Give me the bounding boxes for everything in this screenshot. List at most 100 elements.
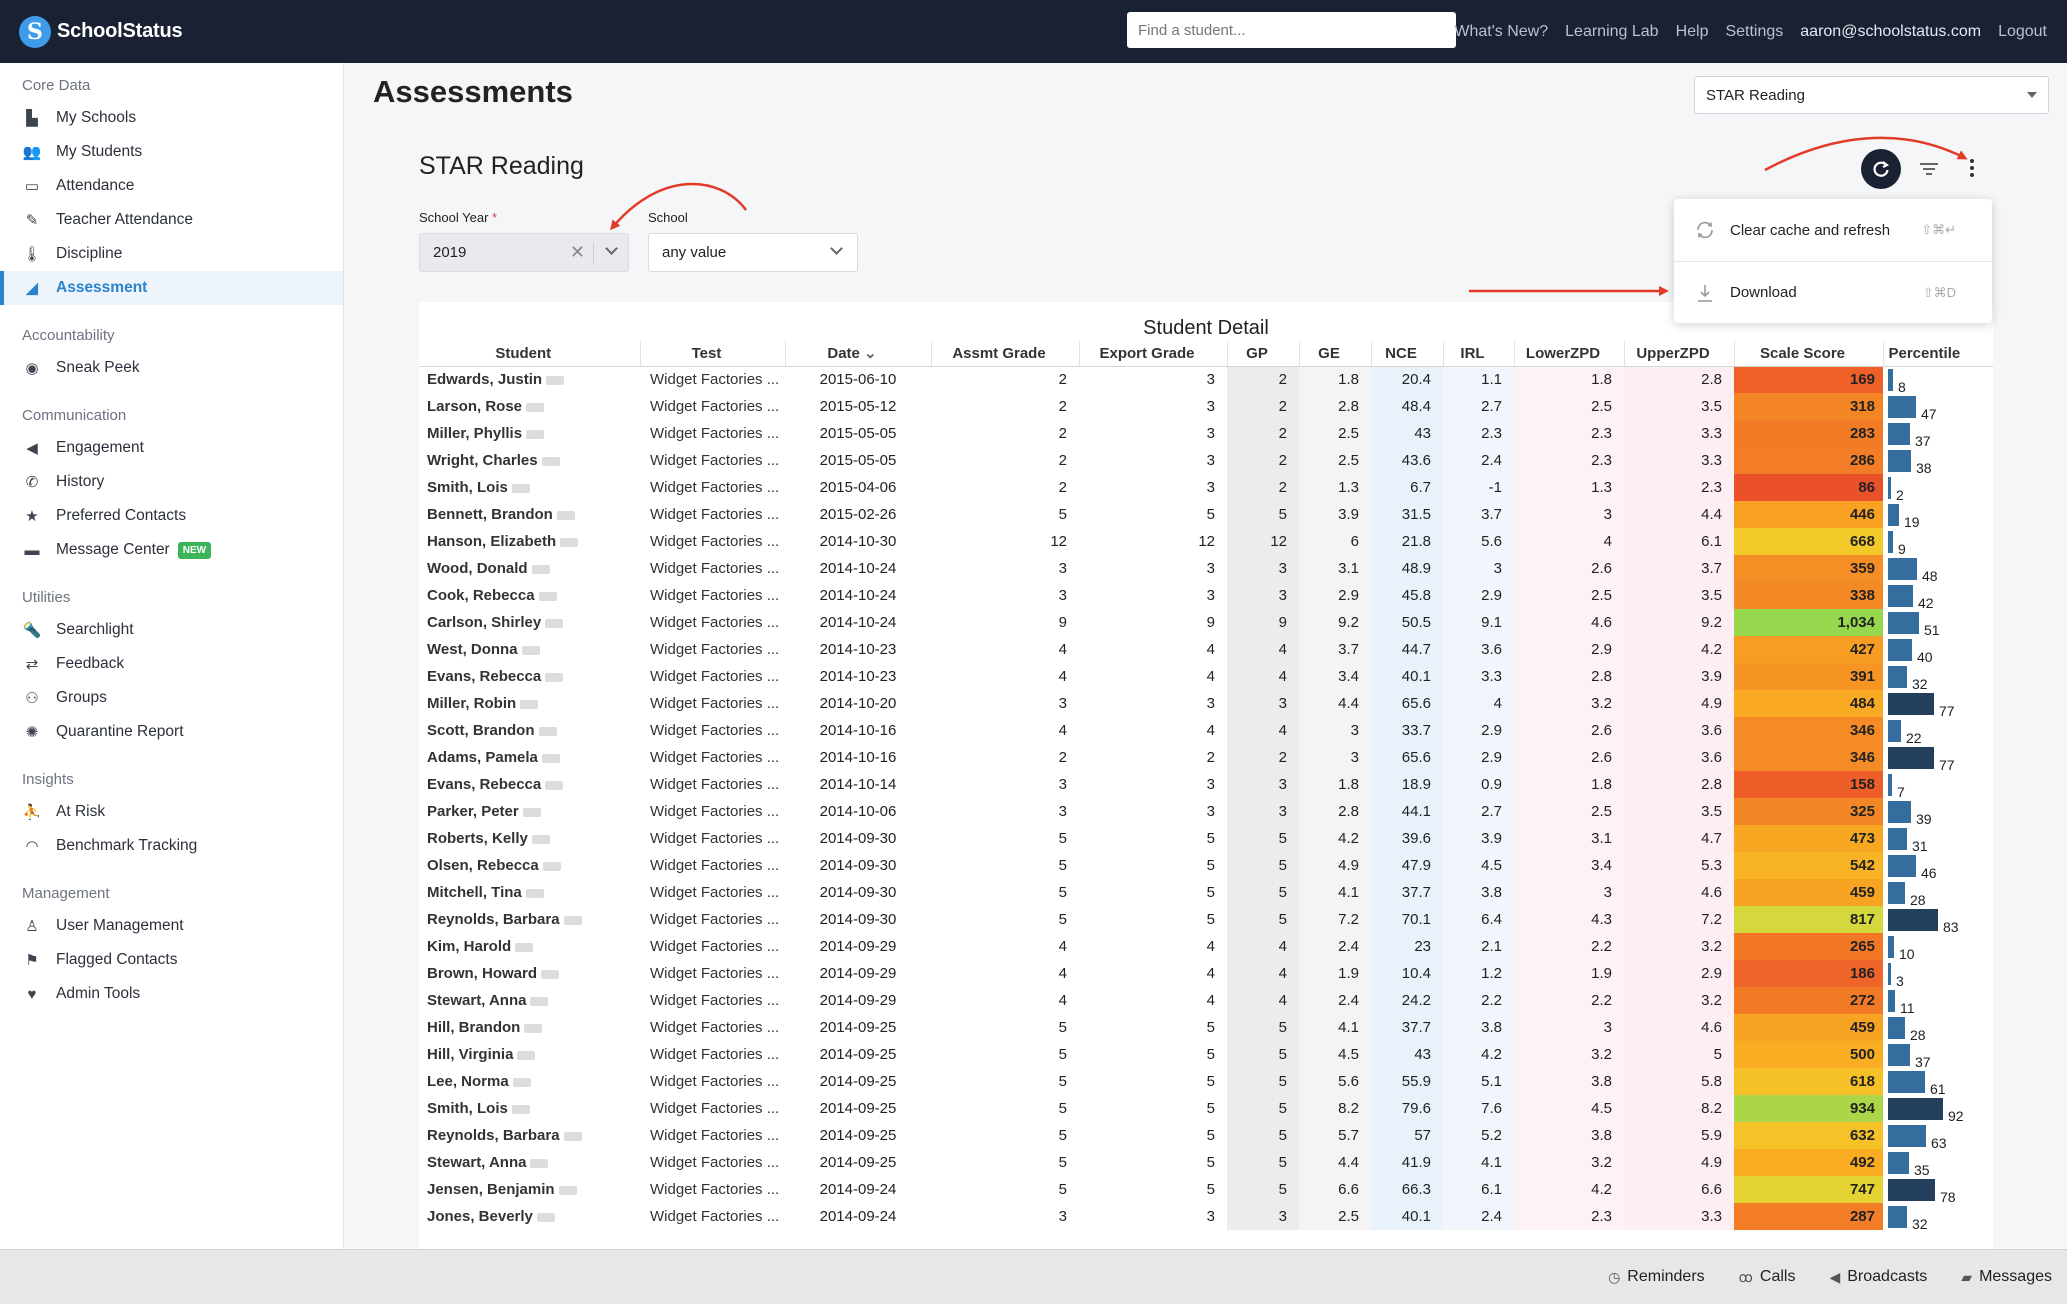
help-link[interactable]: Help — [1676, 23, 1709, 41]
student-name-cell[interactable]: Evans, Rebecca — [419, 663, 640, 690]
row-actions-icon[interactable] — [563, 915, 582, 925]
row-actions-icon[interactable] — [526, 402, 545, 412]
row-actions-icon[interactable] — [536, 1212, 555, 1222]
row-actions-icon[interactable] — [511, 1104, 530, 1114]
student-name-cell[interactable]: Adams, Pamela — [419, 744, 640, 771]
student-name-cell[interactable]: Evans, Rebecca — [419, 771, 640, 798]
student-name-cell[interactable]: Brown, Howard — [419, 960, 640, 987]
row-actions-icon[interactable] — [538, 726, 557, 736]
student-name-cell[interactable]: Jones, Beverly — [419, 1203, 640, 1230]
filter-button[interactable] — [1917, 158, 1941, 180]
sidebar-item-searchlight[interactable]: 🔦 Searchlight — [0, 613, 343, 647]
row-actions-icon[interactable] — [526, 429, 545, 439]
sort-chevron-icon[interactable]: ⌄ — [860, 345, 877, 362]
student-name-cell[interactable]: Smith, Lois — [419, 1095, 640, 1122]
column-header-assmt-grade[interactable]: Assmt Grade — [931, 341, 1080, 367]
row-actions-icon[interactable] — [520, 699, 539, 709]
sidebar-item-my-schools[interactable]: ▙ My Schools — [0, 101, 343, 135]
chevron-down-icon[interactable] — [605, 242, 618, 255]
row-actions-icon[interactable] — [545, 618, 564, 628]
whats-new-link[interactable]: What's New? — [1454, 23, 1548, 41]
student-name-cell[interactable]: Smith, Lois — [419, 474, 640, 501]
column-header-export-grade[interactable]: Export Grade — [1079, 341, 1228, 367]
student-name-cell[interactable]: Parker, Peter — [419, 798, 640, 825]
student-name-cell[interactable]: Lee, Norma — [419, 1068, 640, 1095]
column-header-gp[interactable]: GP — [1227, 341, 1300, 367]
dashboard-select[interactable]: STAR Reading — [1694, 76, 2049, 114]
sidebar-item-teacher-attendance[interactable]: ✎ Teacher Attendance — [0, 203, 343, 237]
messages-button[interactable]: ▰ Messages — [1961, 1268, 2052, 1286]
broadcasts-button[interactable]: ◀ Broadcasts — [1829, 1268, 1927, 1286]
row-actions-icon[interactable] — [538, 591, 557, 601]
settings-link[interactable]: Settings — [1725, 23, 1783, 41]
reminders-button[interactable]: ◷ Reminders — [1608, 1268, 1705, 1286]
student-name-cell[interactable]: Kim, Harold — [419, 933, 640, 960]
student-name-cell[interactable]: Hanson, Elizabeth — [419, 528, 640, 555]
row-actions-icon[interactable] — [515, 942, 534, 952]
sidebar-item-discipline[interactable]: 🌡 Discipline — [0, 237, 343, 271]
clear-icon[interactable]: ✕ — [570, 242, 585, 263]
row-actions-icon[interactable] — [530, 1158, 549, 1168]
more-options-button[interactable] — [1966, 154, 1978, 182]
student-name-cell[interactable]: Hill, Brandon — [419, 1014, 640, 1041]
student-name-cell[interactable]: Scott, Brandon — [419, 717, 640, 744]
sidebar-item-groups[interactable]: ⚇ Groups — [0, 681, 343, 715]
download-menu-item[interactable]: Download ⇧⌘D — [1674, 261, 1992, 323]
column-header-nce[interactable]: NCE — [1371, 341, 1444, 367]
column-header-lowerzpd[interactable]: LowerZPD — [1514, 341, 1625, 367]
row-actions-icon[interactable] — [558, 1185, 577, 1195]
logo[interactable]: S SchoolStatus — [19, 15, 183, 48]
learning-lab-link[interactable]: Learning Lab — [1565, 23, 1658, 41]
student-name-cell[interactable]: Carlson, Shirley — [419, 609, 640, 636]
student-name-cell[interactable]: Miller, Phyllis — [419, 420, 640, 447]
column-header-student[interactable]: Student — [419, 341, 641, 367]
student-name-cell[interactable]: Olsen, Rebecca — [419, 852, 640, 879]
student-name-cell[interactable]: Hill, Virginia — [419, 1041, 640, 1068]
student-name-cell[interactable]: Roberts, Kelly — [419, 825, 640, 852]
row-actions-icon[interactable] — [531, 564, 550, 574]
sidebar-item-sneak-peek[interactable]: ◉ Sneak Peek — [0, 351, 343, 385]
row-actions-icon[interactable] — [517, 1050, 536, 1060]
student-name-cell[interactable]: Reynolds, Barbara — [419, 906, 640, 933]
row-actions-icon[interactable] — [512, 1077, 531, 1087]
student-search-input[interactable] — [1127, 12, 1456, 48]
school-select[interactable]: any value — [648, 233, 858, 272]
student-name-cell[interactable]: Mitchell, Tina — [419, 879, 640, 906]
row-actions-icon[interactable] — [541, 969, 560, 979]
sidebar-item-flagged-contacts[interactable]: ⚑ Flagged Contacts — [0, 943, 343, 977]
student-name-cell[interactable]: Larson, Rose — [419, 393, 640, 420]
row-actions-icon[interactable] — [531, 834, 550, 844]
sidebar-item-quarantine-report[interactable]: ✺ Quarantine Report — [0, 715, 343, 749]
sidebar-item-user-management[interactable]: ♙ User Management — [0, 909, 343, 943]
column-header-test[interactable]: Test — [640, 341, 786, 367]
student-name-cell[interactable]: West, Donna — [419, 636, 640, 663]
clear-cache-menu-item[interactable]: Clear cache and refresh ⇧⌘↵ — [1674, 199, 1992, 261]
user-email-link[interactable]: aaron@schoolstatus.com — [1800, 23, 1981, 41]
column-header-percentile[interactable]: Percentile — [1883, 341, 1993, 367]
row-actions-icon[interactable] — [525, 888, 544, 898]
row-actions-icon[interactable] — [530, 996, 549, 1006]
logout-link[interactable]: Logout — [1998, 23, 2047, 41]
row-actions-icon[interactable] — [556, 510, 575, 520]
sidebar-item-message-center[interactable]: ▬ Message Center NEW — [0, 533, 343, 567]
row-actions-icon[interactable] — [511, 483, 530, 493]
student-name-cell[interactable]: Cook, Rebecca — [419, 582, 640, 609]
school-year-select[interactable]: 2019 ✕ — [419, 233, 629, 272]
sidebar-item-engagement[interactable]: ◀ Engagement — [0, 431, 343, 465]
row-actions-icon[interactable] — [545, 780, 564, 790]
sidebar-item-my-students[interactable]: 👥 My Students — [0, 135, 343, 169]
row-actions-icon[interactable] — [546, 375, 565, 385]
student-name-cell[interactable]: Miller, Robin — [419, 690, 640, 717]
student-name-cell[interactable]: Bennett, Brandon — [419, 501, 640, 528]
sidebar-item-history[interactable]: ✆ History — [0, 465, 343, 499]
sidebar-item-preferred-contacts[interactable]: ★ Preferred Contacts — [0, 499, 343, 533]
column-header-date[interactable]: Date ⌄ — [785, 341, 932, 367]
row-actions-icon[interactable] — [541, 456, 560, 466]
row-actions-icon[interactable] — [522, 807, 541, 817]
row-actions-icon[interactable] — [542, 861, 561, 871]
student-name-cell[interactable]: Jensen, Benjamin — [419, 1176, 640, 1203]
student-name-cell[interactable]: Reynolds, Barbara — [419, 1122, 640, 1149]
row-actions-icon[interactable] — [521, 645, 540, 655]
row-actions-icon[interactable] — [545, 672, 564, 682]
student-name-cell[interactable]: Edwards, Justin — [419, 366, 640, 393]
